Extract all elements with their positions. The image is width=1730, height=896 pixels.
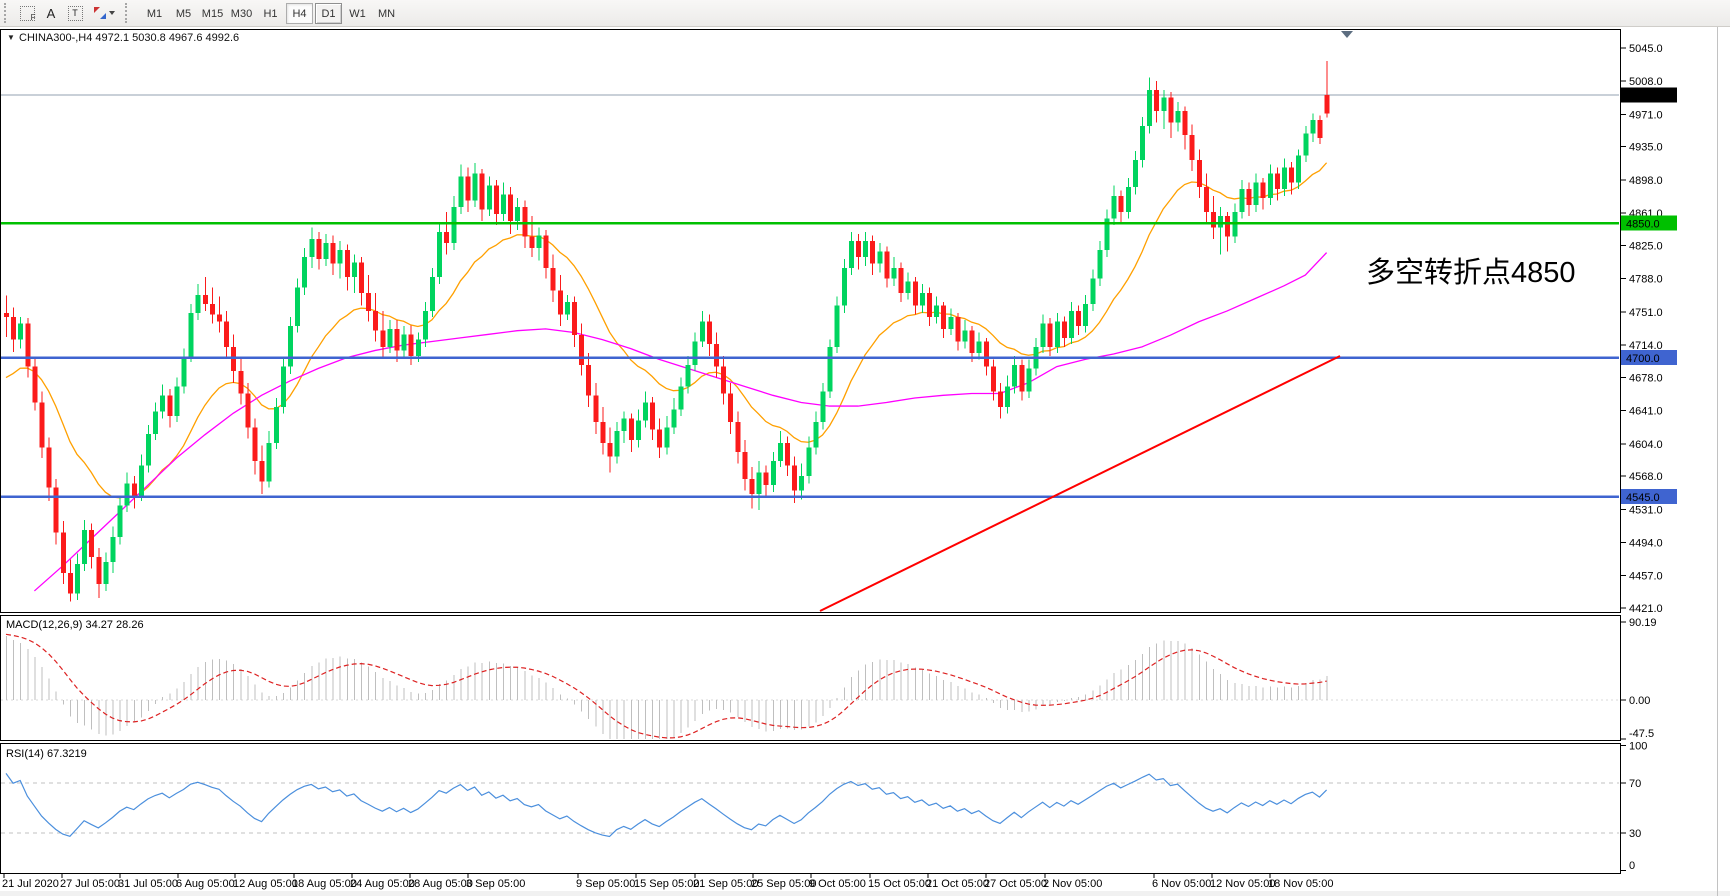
pane-border-1 [1,616,1621,741]
symbol-dropdown-icon[interactable]: ▼ [7,33,15,42]
price-tick-label: 4457.0 [1629,571,1663,583]
date-label: 12 Nov 05:00 [1210,878,1275,890]
current-price-badge-label: 4992.6 [1626,91,1660,103]
date-label: 15 Oct 05:00 [868,878,931,890]
insert-text-button[interactable]: A [39,2,63,24]
date-label: 21 Jul 2020 [2,878,59,890]
pane-border-0 [1,30,1621,613]
price-tick-label: 4421.0 [1629,603,1663,615]
timeframe-button-m5[interactable]: M5 [170,3,197,24]
price-tick-label: 4641.0 [1629,406,1663,418]
price-tick-label: 4788.0 [1629,274,1663,286]
timeframe-button-h4[interactable]: H4 [286,3,313,24]
dropdown-caret-icon [109,11,115,15]
text-a-icon: A [47,7,56,20]
macd-axis-label: 90.19 [1629,617,1657,629]
price-tick-label: 4604.0 [1629,439,1663,451]
macd-axis-label: 0.00 [1629,695,1650,707]
hline-4545.0-badge-label: 4545.0 [1626,492,1660,504]
arrow-objects-button[interactable] [87,2,121,24]
date-label: 28 Aug 05:00 [408,878,473,890]
text-label-icon: T [68,6,83,21]
chart-title: CHINA300-,H4 4972.1 5030.8 4967.6 4992.6 [19,32,239,44]
timeframe-button-m15[interactable]: M15 [199,3,226,24]
price-tick-label: 4825.0 [1629,240,1663,252]
timeframe-button-m1[interactable]: M1 [141,3,168,24]
crosshair-grid-button[interactable]: F [15,2,39,24]
price-tick-label: 5045.0 [1629,43,1663,55]
hline-4850.0-badge-label: 4850.0 [1626,219,1660,231]
date-label: 6 Aug 05:00 [176,878,235,890]
date-label: 21 Sep 05:00 [693,878,758,890]
text-label-button[interactable]: T [63,2,87,24]
price-tick-label: 4494.0 [1629,537,1663,549]
chart-canvas: 5045.05008.04971.04935.04898.04861.04825… [0,0,1730,896]
date-label: 6 Nov 05:00 [1152,878,1211,890]
price-tick-label: 5008.0 [1629,76,1663,88]
date-label: 18 Nov 05:00 [1268,878,1333,890]
date-label: 9 Sep 05:00 [576,878,635,890]
hline-4700.0-badge-label: 4700.0 [1626,353,1660,365]
rsi-axis-label: 0 [1629,860,1635,872]
price-tick-label: 4971.0 [1629,109,1663,121]
timeframe-button-h1[interactable]: H1 [257,3,284,24]
price-tick-label: 4935.0 [1629,142,1663,154]
toolbar-drag-handle[interactable] [4,3,9,23]
date-label: 15 Sep 05:00 [634,878,699,890]
date-label: 3 Sep 05:00 [466,878,525,890]
rsi-axis-label: 100 [1629,741,1647,753]
macd-label: MACD(12,26,9) 34.27 28.26 [6,619,144,631]
toolbar-drag-handle-2[interactable] [125,3,130,23]
date-label: 27 Jul 05:00 [60,878,120,890]
date-label: 21 Oct 05:00 [926,878,989,890]
date-label: 24 Aug 05:00 [350,878,415,890]
timeframe-group: M1M5M15M30H1H4D1W1MN [140,3,401,24]
price-tick-label: 4531.0 [1629,504,1663,516]
date-label: 27 Oct 05:00 [984,878,1047,890]
toolbar: F A T M1M5M15M30H1H4D1W1MN [0,0,1730,27]
grid-f-icon: F [20,6,35,21]
price-tick-label: 4898.0 [1629,175,1663,187]
timeframe-button-m30[interactable]: M30 [228,3,255,24]
timeframe-button-mn[interactable]: MN [373,3,400,24]
price-tick-label: 4678.0 [1629,372,1663,384]
timeframe-button-d1[interactable]: D1 [315,3,342,24]
date-label: 18 Aug 05:00 [292,878,357,890]
date-label: 9 Oct 05:00 [809,878,866,890]
rsi-axis-label: 30 [1629,828,1641,840]
bottom-strip [0,891,1730,896]
timeframe-button-w1[interactable]: W1 [344,3,371,24]
price-tick-label: 4568.0 [1629,471,1663,483]
arrow-objects-icon [94,7,106,19]
date-label: 31 Jul 05:00 [118,878,178,890]
price-tick-label: 4751.0 [1629,307,1663,319]
rsi-label: RSI(14) 67.3219 [6,748,87,760]
date-label: 25 Sep 05:00 [751,878,816,890]
date-label: 12 Aug 05:00 [233,878,298,890]
rsi-axis-label: 70 [1629,778,1641,790]
date-label: 2 Nov 05:00 [1043,878,1102,890]
annotation-text[interactable]: 多空转折点4850 [1366,256,1576,289]
macd-axis-label: -47.5 [1629,728,1654,740]
